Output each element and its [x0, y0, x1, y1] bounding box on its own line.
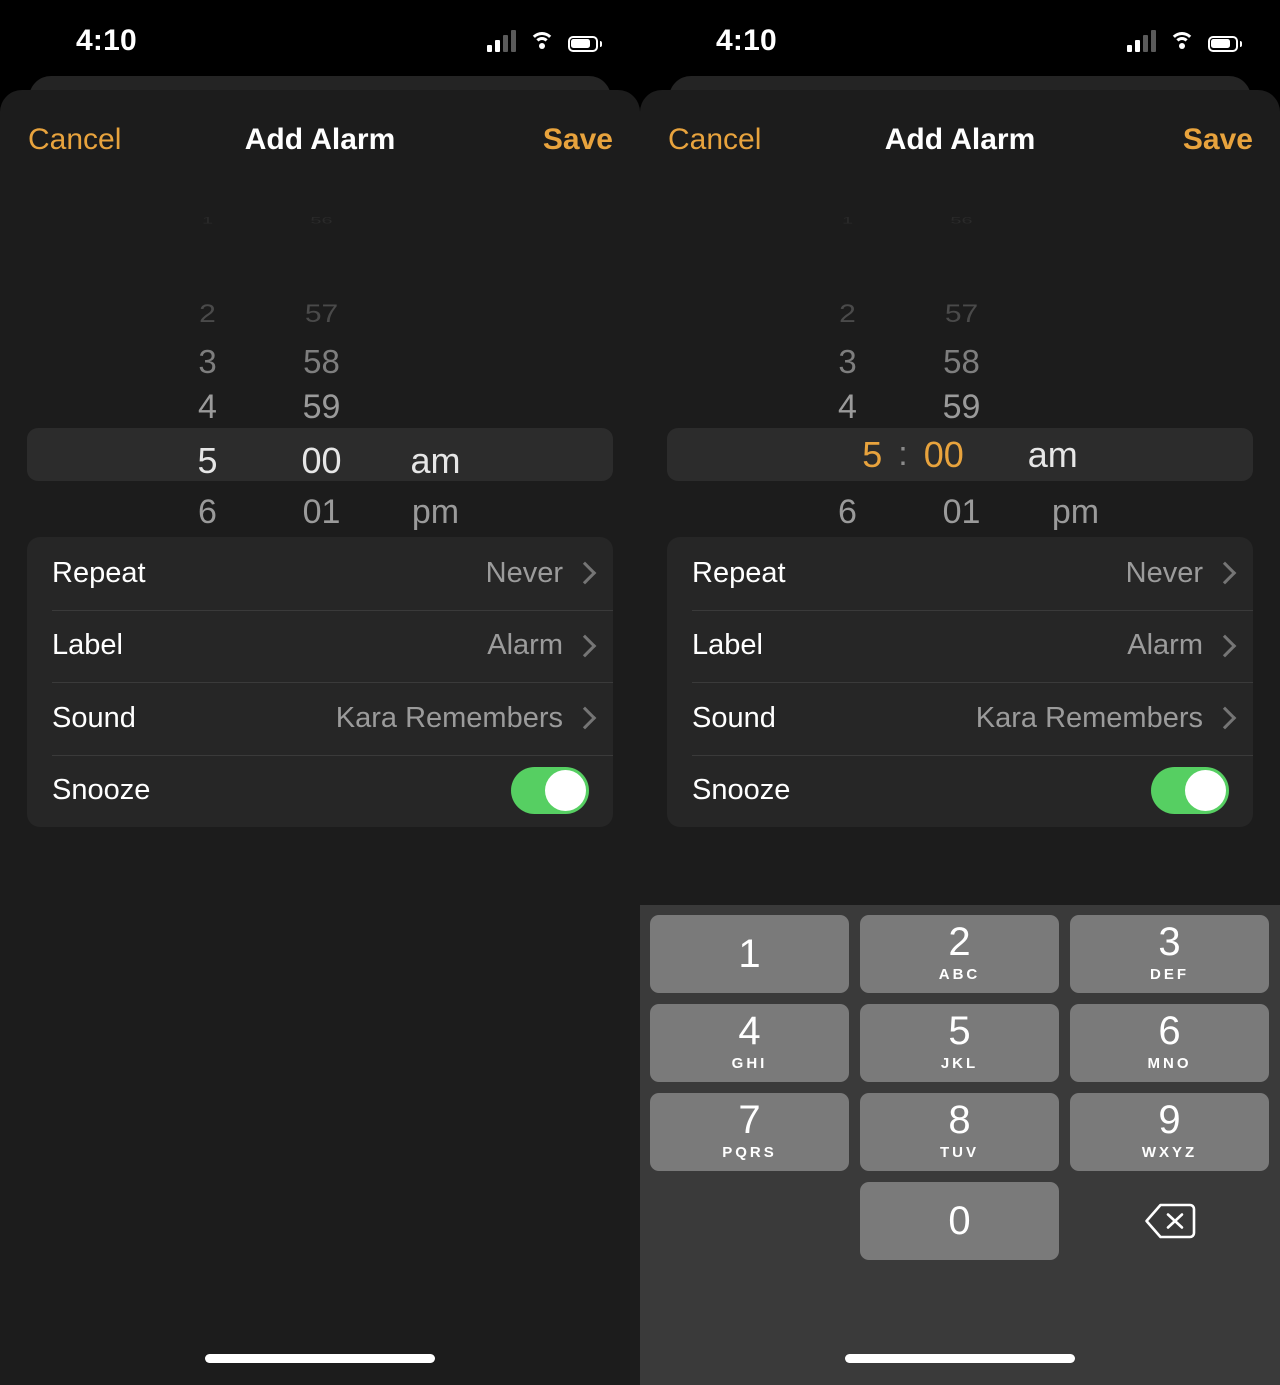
battery-icon [568, 36, 602, 52]
add-alarm-sheet: Cancel Add Alarm Save 1 2 3 4 5 6 7 8 56 [0, 90, 640, 1385]
status-bar-indicators [487, 26, 602, 52]
key-number: 6 [1158, 1009, 1181, 1053]
key-9[interactable]: 9 WXYZ [1070, 1093, 1269, 1171]
key-letters: PQRS [722, 1144, 777, 1161]
save-button[interactable]: Save [543, 123, 613, 157]
key-letters: WXYZ [1141, 1144, 1198, 1161]
key-number: 3 [1158, 920, 1181, 964]
row-label: Label [692, 629, 763, 662]
home-indicator [205, 1354, 435, 1363]
keypad-grid: 1 2 ABC 3 DEF 4 GHI 5 JKL 6 MNO 7 PQRS 8… [650, 915, 1270, 1260]
entered-hour[interactable]: 5 [842, 434, 882, 476]
key-letters: GHI [731, 1055, 768, 1072]
alarm-settings-card: Repeat Never Label Alarm Sound Kara Reme… [667, 537, 1253, 827]
numeric-keypad: 1 2 ABC 3 DEF 4 GHI 5 JKL 6 MNO 7 PQRS 8… [640, 905, 1280, 1385]
settings-row-sound[interactable]: Sound Kara Remembers [667, 682, 1253, 755]
settings-row-label[interactable]: Label Alarm [27, 609, 613, 683]
key-4[interactable]: 4 GHI [650, 1004, 849, 1082]
chevron-right-icon [577, 708, 589, 728]
home-indicator [845, 1354, 1075, 1363]
key-number: 7 [738, 1098, 761, 1142]
status-bar-clock: 4:10 [76, 24, 137, 57]
row-label: Repeat [692, 556, 786, 589]
key-3[interactable]: 3 DEF [1070, 915, 1269, 993]
row-value: Kara Remembers [335, 701, 563, 734]
row-label: Label [52, 629, 123, 662]
period-option[interactable]: pm [358, 495, 513, 529]
period-option-selected[interactable]: am [358, 443, 513, 479]
row-label: Snooze [692, 774, 791, 807]
add-alarm-sheet: Cancel Add Alarm Save 1 2 3 4 6 7 8 56 5… [640, 90, 1280, 1385]
settings-row-snooze[interactable]: Snooze [667, 754, 1253, 828]
row-value: Kara Remembers [975, 701, 1203, 734]
snooze-toggle[interactable] [511, 767, 589, 815]
chevron-right-icon [1217, 708, 1229, 728]
key-8[interactable]: 8 TUV [860, 1093, 1059, 1171]
key-number: 9 [1158, 1098, 1181, 1142]
right-phone-panel: 4:10 Cancel Add Alarm Save 1 2 3 4 6 56 … [640, 0, 1280, 1385]
cellular-signal-icon [1127, 30, 1156, 52]
cellular-signal-icon [487, 30, 516, 52]
sheet-navigation-bar: Cancel Add Alarm Save [0, 90, 640, 190]
row-label: Snooze [52, 774, 151, 807]
wifi-icon [1169, 32, 1195, 52]
settings-row-repeat[interactable]: Repeat Never [667, 537, 1253, 610]
settings-row-snooze[interactable]: Snooze [27, 754, 613, 828]
left-phone-panel: 4:10 Cancel Add Alarm Save 1 2 3 4 5 6 5… [0, 0, 640, 1385]
key-letters: TUV [940, 1144, 979, 1161]
snooze-toggle[interactable] [1151, 767, 1229, 815]
screenshot-root: 4:10 Cancel Add Alarm Save 1 2 3 4 5 6 5… [0, 0, 1280, 1385]
alarm-settings-card: Repeat Never Label Alarm Sound Kara Reme… [27, 537, 613, 827]
save-button[interactable]: Save [1183, 123, 1253, 157]
settings-row-repeat[interactable]: Repeat Never [27, 537, 613, 610]
key-number: 1 [738, 932, 761, 976]
key-letters: JKL [940, 1055, 979, 1072]
chevron-right-icon [1217, 563, 1229, 583]
key-0[interactable]: 0 [860, 1182, 1059, 1260]
row-value: Never [1125, 556, 1203, 589]
entered-period[interactable]: am [1028, 434, 1078, 476]
wifi-icon [529, 32, 555, 52]
settings-row-label[interactable]: Label Alarm [667, 609, 1253, 683]
keypad-entry-time-display[interactable]: 5 : 00 am [667, 428, 1253, 481]
row-value: Never [485, 556, 563, 589]
key-number: 0 [948, 1199, 971, 1243]
key-number: 5 [948, 1009, 971, 1053]
chevron-right-icon [577, 636, 589, 656]
time-colon-separator: : [898, 435, 908, 473]
key-number: 2 [948, 920, 971, 964]
chevron-right-icon [577, 563, 589, 583]
status-bar-clock: 4:10 [716, 24, 777, 57]
key-number: 8 [948, 1098, 971, 1142]
key-delete[interactable] [1070, 1182, 1269, 1260]
chevron-right-icon [1217, 636, 1229, 656]
key-2[interactable]: 2 ABC [860, 915, 1059, 993]
key-letters: ABC [938, 966, 981, 983]
battery-icon [1208, 36, 1242, 52]
status-bar-indicators [1127, 26, 1242, 52]
key-number: 4 [738, 1009, 761, 1053]
status-bar: 4:10 [640, 0, 1280, 78]
key-7[interactable]: 7 PQRS [650, 1093, 849, 1171]
entered-minute[interactable]: 00 [924, 434, 986, 476]
key-letters: MNO [1147, 1055, 1192, 1072]
row-label: Sound [692, 701, 776, 734]
row-value: Alarm [1127, 629, 1203, 662]
key-letters: DEF [1150, 966, 1189, 983]
period-option[interactable]: pm [998, 495, 1153, 529]
key-6[interactable]: 6 MNO [1070, 1004, 1269, 1082]
row-value: Alarm [487, 629, 563, 662]
settings-row-sound[interactable]: Sound Kara Remembers [27, 682, 613, 755]
key-5[interactable]: 5 JKL [860, 1004, 1059, 1082]
keypad-empty-slot [650, 1182, 849, 1260]
key-1[interactable]: 1 [650, 915, 849, 993]
delete-backspace-icon [1144, 1203, 1195, 1239]
row-label: Sound [52, 701, 136, 734]
row-label: Repeat [52, 556, 146, 589]
status-bar: 4:10 [0, 0, 640, 78]
sheet-navigation-bar: Cancel Add Alarm Save [640, 90, 1280, 190]
